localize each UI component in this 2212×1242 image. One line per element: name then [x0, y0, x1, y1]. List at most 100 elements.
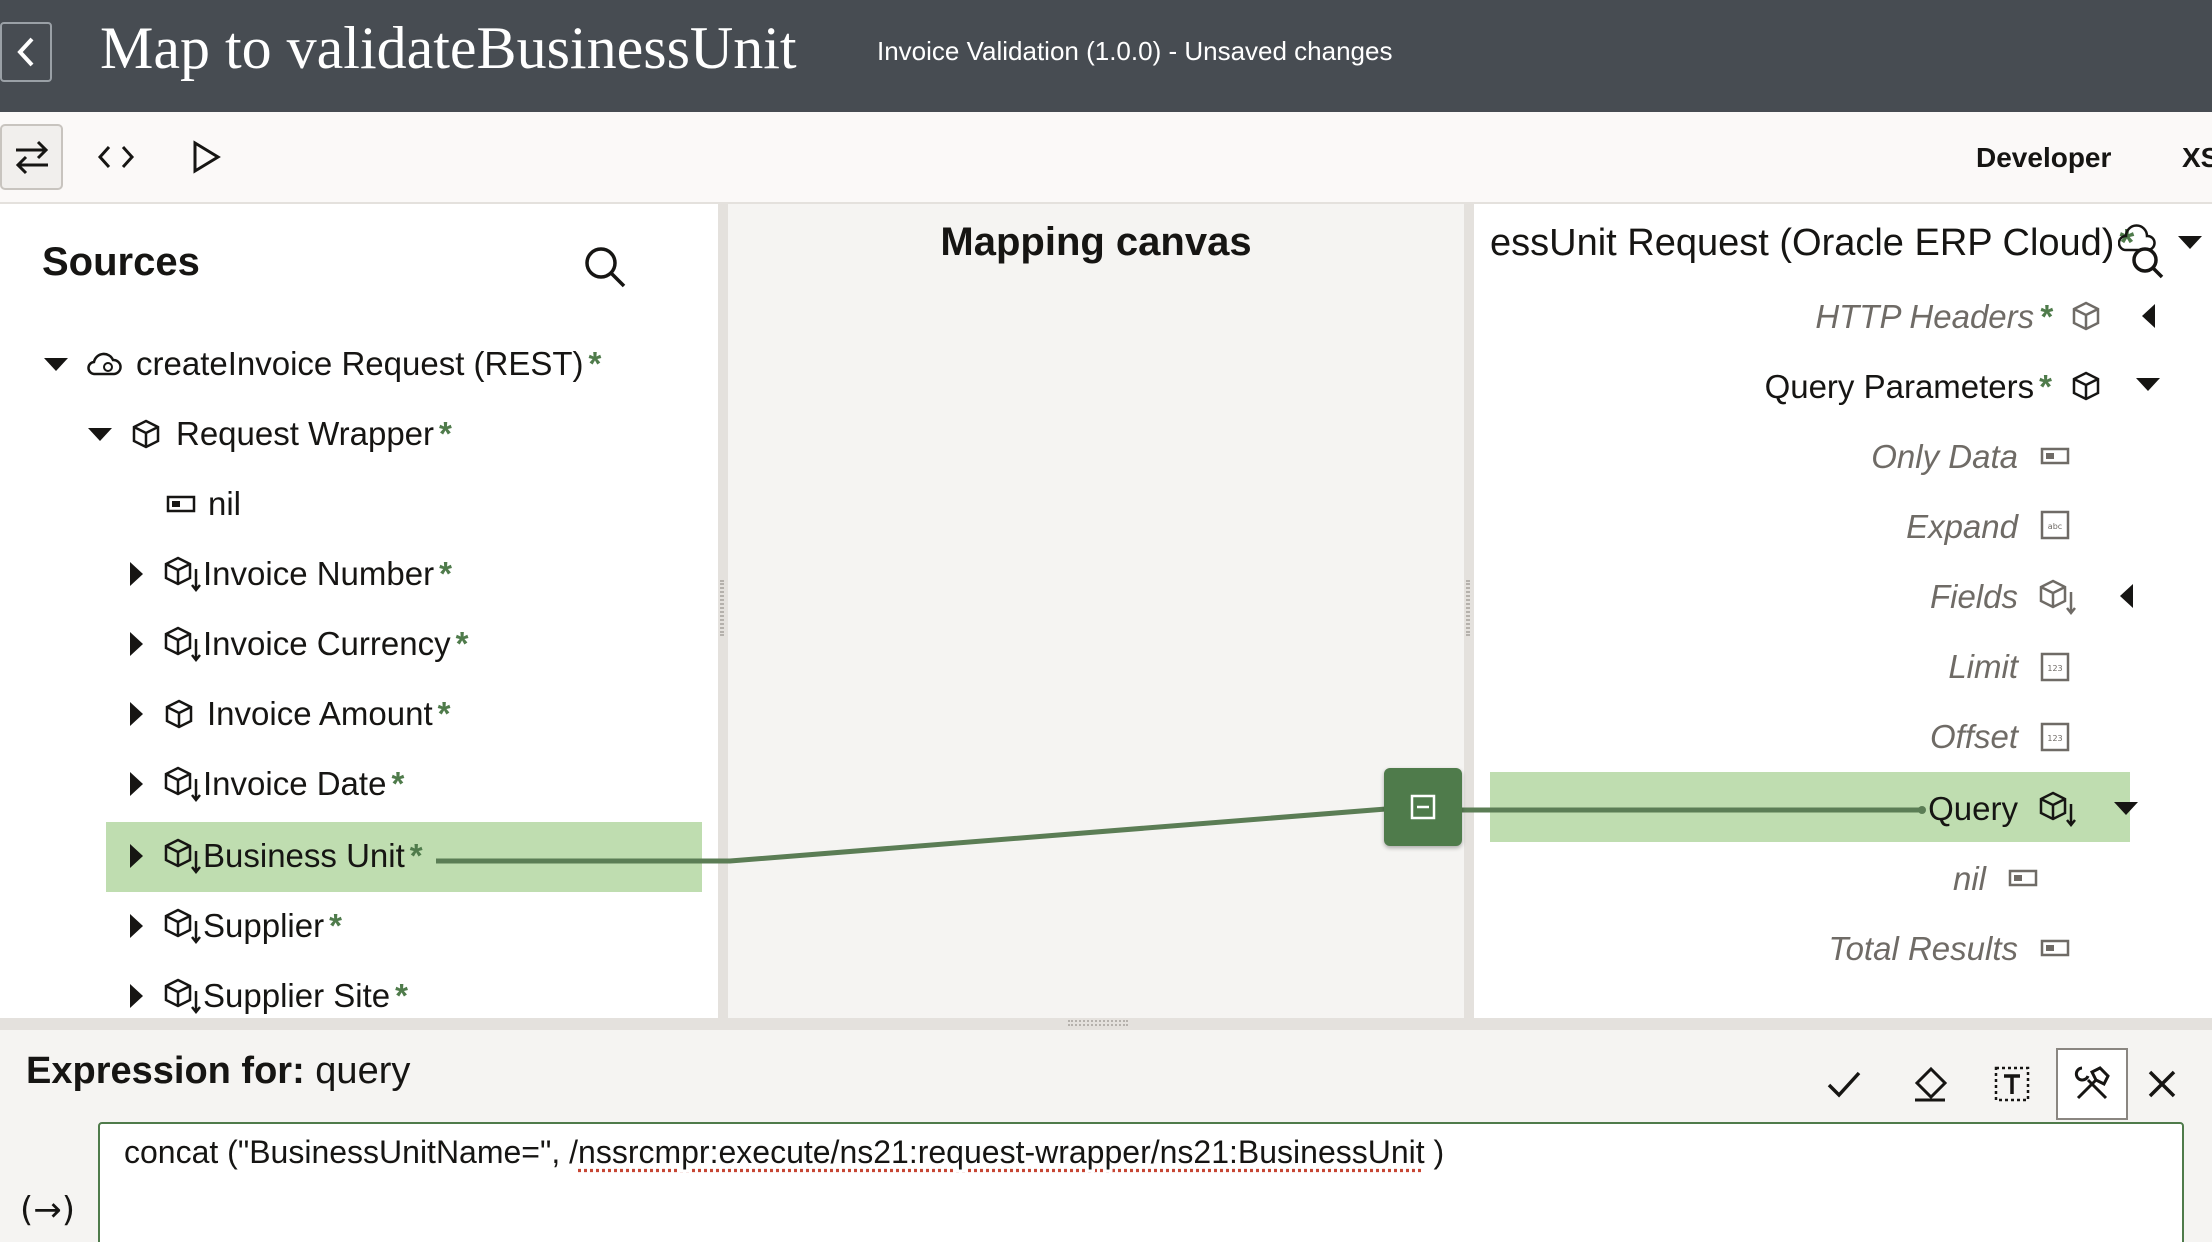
expand-caret-icon[interactable]: [130, 632, 143, 656]
object-cube-icon: [2072, 371, 2100, 401]
developer-mode-toggle[interactable]: Developer: [1976, 142, 2111, 174]
target-item-http-headers[interactable]: HTTP Headers *: [1815, 298, 2052, 336]
required-marker: *: [409, 837, 423, 874]
tree-item-supplier-site[interactable]: Supplier Site *: [130, 966, 408, 1018]
tree-label: Business Unit: [203, 837, 405, 874]
attribute-icon: [2040, 939, 2070, 957]
expand-caret-icon[interactable]: [2120, 584, 2133, 608]
grip-icon: [720, 580, 724, 636]
target-item-nil[interactable]: nil: [1953, 860, 1986, 898]
grip-icon: [1466, 580, 1470, 636]
number-type-icon: 123: [2040, 652, 2070, 682]
tree-item-supplier[interactable]: Supplier *: [130, 896, 342, 956]
required-marker: *: [588, 345, 602, 382]
target-item-expand[interactable]: Expand: [1906, 508, 2018, 546]
repeating-object-icon: [164, 978, 201, 1015]
test-run-button[interactable]: [188, 124, 224, 190]
object-cube-icon: [2072, 301, 2100, 331]
expand-caret-icon[interactable]: [130, 562, 143, 586]
text-function-button[interactable]: [1976, 1048, 2048, 1120]
cloud-search-icon: [2117, 224, 2164, 279]
sources-panel: Sources createInvoice Request (REST) * Re…: [0, 204, 718, 1018]
function-insert-icon[interactable]: (→): [20, 1190, 75, 1230]
expand-caret-icon[interactable]: [130, 984, 143, 1008]
tree-label: createInvoice Request (REST): [136, 345, 584, 382]
xslt-mode-toggle[interactable]: XS: [2182, 142, 2212, 174]
required-marker: *: [329, 907, 342, 944]
attribute-icon: [166, 495, 196, 513]
back-button[interactable]: [0, 22, 52, 82]
tree-label: nil: [208, 485, 242, 522]
apply-expression-button[interactable]: [1808, 1048, 1880, 1120]
repeating-object-icon: [164, 766, 201, 803]
mapper-app: Map to validateBusinessUnit Invoice Vali…: [0, 0, 2212, 1242]
tree-item-request-wrapper[interactable]: Request Wrapper *: [88, 404, 452, 464]
svg-text:123: 123: [2047, 664, 2062, 673]
object-cube-icon: [132, 419, 160, 449]
rest-cloud-icon: [87, 352, 122, 376]
developer-tools-button[interactable]: [2056, 1048, 2128, 1120]
check-icon: [1827, 1071, 1861, 1098]
target-item-query[interactable]: Query: [1928, 790, 2018, 828]
expression-panel: Expression for: query concat ("BusinessU…: [0, 1030, 2212, 1242]
target-item-total-results[interactable]: Total Results: [1828, 930, 2018, 968]
collapse-caret-icon[interactable]: [44, 357, 68, 371]
expression-resize-handle[interactable]: [0, 1018, 2212, 1030]
tree-item-business-unit[interactable]: Business Unit *: [130, 826, 423, 886]
function-node[interactable]: [1384, 768, 1462, 846]
expand-caret-icon[interactable]: [130, 702, 143, 726]
target-menu-caret-icon[interactable]: [2178, 236, 2202, 249]
target-item-fields[interactable]: Fields: [1930, 578, 2018, 616]
expand-caret-icon[interactable]: [130, 844, 143, 868]
attribute-icon: [2008, 869, 2038, 887]
tree-item-invoice-date[interactable]: Invoice Date *: [130, 754, 404, 814]
tools-icon: [2074, 1066, 2110, 1100]
collapse-caret-icon[interactable]: [2136, 378, 2160, 391]
search-target-button[interactable]: [2117, 224, 2164, 285]
collapse-caret-icon[interactable]: [88, 427, 112, 441]
app-header: Map to validateBusinessUnit Invoice Vali…: [0, 0, 2212, 112]
target-item-offset[interactable]: Offset: [1930, 718, 2018, 756]
expression-title: Expression for: query: [26, 1050, 411, 1092]
tree-item-root[interactable]: createInvoice Request (REST) *: [44, 334, 601, 394]
tree-item-invoice-number[interactable]: Invoice Number *: [130, 544, 452, 604]
target-item-only-data[interactable]: Only Data: [1871, 438, 2018, 476]
target-item-query-parameters[interactable]: Query Parameters *: [1765, 368, 2052, 406]
mapping-canvas[interactable]: Mapping canvas: [728, 204, 1464, 1018]
number-type-icon: 123: [2040, 722, 2070, 752]
sources-resize-handle[interactable]: [718, 204, 728, 1018]
play-icon: [193, 140, 221, 174]
repeating-object-icon: [164, 556, 201, 593]
attribute-icon: [2040, 447, 2070, 465]
code-view-button[interactable]: [96, 124, 136, 190]
search-sources-button[interactable]: [582, 244, 628, 295]
tree-item-invoice-currency[interactable]: Invoice Currency *: [130, 614, 468, 674]
swap-mapping-button[interactable]: [0, 124, 63, 190]
close-expression-button[interactable]: [2128, 1048, 2196, 1120]
target-resize-handle[interactable]: [1464, 204, 1474, 1018]
tree-item-invoice-amount[interactable]: Invoice Amount *: [130, 684, 450, 744]
repeating-object-icon: [2039, 579, 2076, 616]
required-marker: *: [437, 695, 451, 732]
expand-caret-icon[interactable]: [130, 772, 143, 796]
page-title: Map to validateBusinessUnit: [100, 15, 797, 81]
svg-text:123: 123: [2047, 734, 2062, 743]
tree-item-nil[interactable]: nil: [166, 474, 241, 534]
expression-field-name: query: [315, 1050, 411, 1092]
clear-expression-button[interactable]: [1894, 1048, 1966, 1120]
expand-caret-icon[interactable]: [130, 914, 143, 938]
sources-title: Sources: [42, 240, 200, 284]
expression-path: nssrcmpr:execute/ns21:request-wrapper/ns…: [578, 1134, 1425, 1170]
repeating-object-icon: [164, 908, 201, 945]
expand-caret-icon[interactable]: [2142, 304, 2155, 328]
grip-icon: [1068, 1020, 1128, 1026]
target-item-limit[interactable]: Limit: [1948, 648, 2018, 686]
mapped-row-highlight: [1490, 772, 2130, 842]
repeating-object-icon: [164, 838, 201, 875]
text-tool-icon: [1994, 1066, 2030, 1102]
integration-status: Invoice Validation (1.0.0) - Unsaved cha…: [877, 36, 1393, 66]
svg-text:abc: abc: [2048, 522, 2062, 531]
collapse-caret-icon[interactable]: [2114, 802, 2138, 815]
search-icon: [585, 247, 626, 288]
expression-editor[interactable]: concat ("BusinessUnitName=", /nssrcmpr:e…: [98, 1122, 2184, 1242]
